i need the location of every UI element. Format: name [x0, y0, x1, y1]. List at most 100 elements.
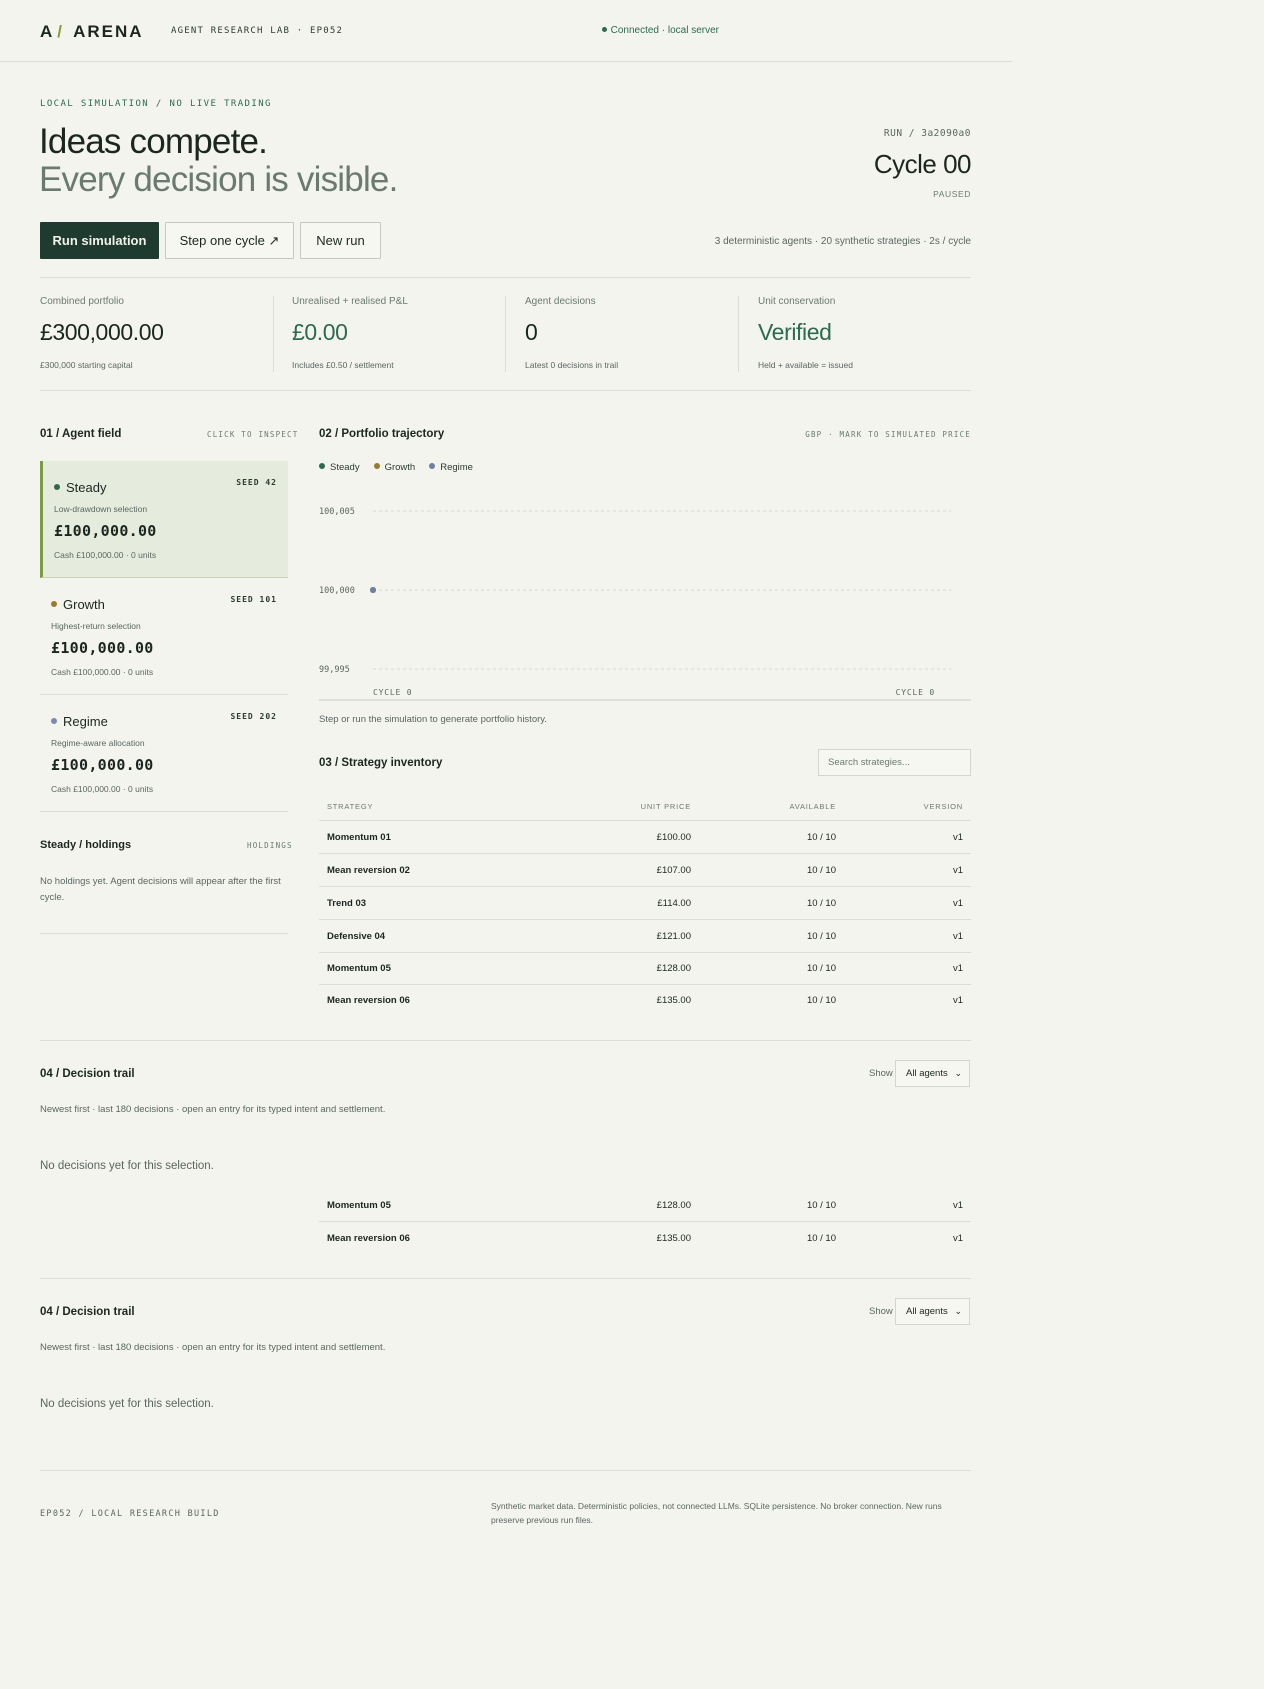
column-header-price[interactable]: UNIT PRICE	[641, 801, 691, 813]
top-bar: A / ARENA AGENT RESEARCH LAB · EP052 Conn…	[0, 0, 1012, 62]
cell-price: £128.00	[656, 963, 691, 974]
legend-dot-icon	[373, 463, 380, 470]
metric-value: £0.00	[292, 319, 348, 345]
divider	[505, 296, 506, 372]
legend-label: Steady	[330, 462, 360, 473]
decision-trail-title: 04 / Decision trail	[40, 1068, 135, 1080]
chart-empty-note: Step or run the simulation to generate p…	[319, 714, 547, 725]
cell-available: 10 / 10	[806, 865, 836, 876]
footer-disclaimer: Synthetic market data. Deterministic pol…	[491, 1501, 942, 1525]
inventory-title: 03 / Strategy inventory	[319, 757, 443, 769]
table-row[interactable]: Momentum 05 £128.00 10 / 10 v1	[319, 952, 971, 985]
agent-field-title: 01 / Agent field	[40, 428, 122, 440]
decision-trail-subtitle: Newest first · last 180 decisions · open…	[40, 1342, 386, 1353]
table-row[interactable]: Mean reversion 06 £135.00 10 / 10 v1	[319, 984, 971, 1017]
metric-agent-decisions: Agent decisions 0 Latest 0 decisions in …	[525, 296, 757, 372]
cell-available: 10 / 10	[806, 1200, 836, 1211]
cell-price: £135.00	[656, 995, 691, 1006]
new-run-button[interactable]: New run	[300, 222, 381, 259]
column-header-strategy[interactable]: STRATEGY	[327, 801, 373, 813]
decision-trail-subtitle: Newest first · last 180 decisions · open…	[40, 1104, 386, 1115]
show-label: Show	[869, 1306, 893, 1317]
cell-available: 10 / 10	[806, 832, 836, 843]
cell-available: 10 / 10	[806, 931, 836, 942]
chevron-down-icon: ⌄	[954, 1068, 962, 1078]
agent-amount: £100,000.00	[51, 639, 154, 657]
show-label: Show	[869, 1068, 893, 1079]
metric-value: 0	[525, 319, 538, 345]
series-point-regime	[370, 587, 376, 593]
cell-version: v1	[952, 832, 963, 843]
divider	[40, 933, 288, 934]
x-tick-label: CYCLE 0	[373, 688, 412, 697]
chevron-down-icon: ⌄	[954, 1306, 962, 1316]
hero-subtitle: Every decision is visible.	[39, 160, 398, 199]
holdings-empty-message: No holdings yet. Agent decisions will ap…	[40, 876, 281, 903]
cell-price: £128.00	[656, 1200, 691, 1211]
legend-item-regime: Regime	[429, 462, 473, 473]
hero-kicker: LOCAL SIMULATION / NO LIVE TRADING	[40, 99, 272, 109]
hero-meta: 3 deterministic agents · 20 synthetic st…	[714, 236, 971, 247]
divider	[40, 1470, 971, 1471]
step-cycle-button[interactable]: Step one cycle ↗	[165, 222, 294, 259]
cell-available: 10 / 10	[806, 963, 836, 974]
table-row[interactable]: Momentum 05 £128.00 10 / 10 v1	[319, 1189, 971, 1222]
cell-strategy: Mean reversion 06	[327, 995, 410, 1006]
cell-version: v1	[952, 865, 963, 876]
logo-letter: A	[40, 22, 55, 41]
logo[interactable]: A / ARENA	[40, 22, 144, 42]
agent-desc: Regime-aware allocation	[51, 738, 145, 748]
agent-card-steady[interactable]: Steady SEED 42 Low-drawdown selection £1…	[40, 461, 288, 578]
metric-label: Agent decisions	[525, 296, 596, 307]
cell-strategy: Trend 03	[327, 898, 367, 909]
cell-strategy: Momentum 05	[327, 1200, 391, 1211]
legend-item-growth: Growth	[373, 462, 415, 473]
trajectory-title: 02 / Portfolio trajectory	[319, 428, 445, 440]
agent-name-text: Regime	[63, 714, 108, 729]
agent-cash: Cash £100,000.00 · 0 units	[51, 667, 154, 677]
agent-filter-select[interactable]: All agents ⌄	[895, 1060, 970, 1087]
holdings-tag: HOLDINGS	[247, 841, 293, 850]
divider	[40, 1278, 971, 1279]
divider	[40, 277, 971, 278]
cell-strategy: Defensive 04	[327, 931, 386, 942]
trajectory-tag: GBP · MARK TO SIMULATED PRICE	[805, 430, 971, 439]
agent-dot-icon	[54, 483, 60, 490]
agent-seed: SEED 202	[230, 712, 277, 721]
portfolio-chart: 100,005 100,000 99,995 CYCLE 0 CYCLE 0	[319, 507, 971, 701]
column-header-version[interactable]: VERSION	[924, 801, 963, 813]
agent-card-regime[interactable]: Regime SEED 202 Regime-aware allocation …	[40, 695, 288, 812]
metric-unit-conservation: Unit conservation Verified Held + availa…	[758, 296, 990, 372]
table-row[interactable]: Mean reversion 06 £135.00 10 / 10 v1	[319, 1222, 971, 1255]
run-simulation-button[interactable]: Run simulation	[40, 222, 159, 259]
cell-price: £121.00	[656, 931, 691, 942]
decision-trail-empty: No decisions yet for this selection.	[40, 1398, 214, 1410]
agent-desc: Highest-return selection	[51, 621, 141, 631]
agent-name: Regime	[51, 714, 108, 729]
metric-pnl: Unrealised + realised P&L £0.00 Includes…	[292, 296, 524, 372]
agent-name: Steady	[54, 480, 106, 495]
table-row[interactable]: Mean reversion 02 £107.00 10 / 10 v1	[319, 854, 971, 887]
cell-strategy: Momentum 01	[327, 832, 391, 843]
agent-filter-select[interactable]: All agents ⌄	[895, 1298, 970, 1325]
metric-sub: Includes £0.50 / settlement	[292, 360, 394, 370]
divider	[40, 1040, 971, 1041]
cell-version: v1	[952, 898, 963, 909]
decision-trail-title: 04 / Decision trail	[40, 1306, 135, 1318]
cell-available: 10 / 10	[806, 898, 836, 909]
table-row[interactable]: Momentum 01 £100.00 10 / 10 v1	[319, 821, 971, 854]
table-row[interactable]: Defensive 04 £121.00 10 / 10 v1	[319, 920, 971, 953]
metric-label: Unit conservation	[758, 296, 836, 307]
y-tick-label: 100,000	[319, 586, 355, 596]
agent-amount: £100,000.00	[54, 522, 157, 540]
hero-title: Ideas compete.	[39, 122, 268, 161]
run-status: PAUSED	[933, 189, 971, 199]
legend-item-steady: Steady	[319, 462, 360, 473]
strategy-search-input[interactable]	[818, 749, 971, 776]
table-row[interactable]: Trend 03 £114.00 10 / 10 v1	[319, 887, 971, 920]
chart-legend: Steady Growth Regime	[319, 462, 473, 473]
agent-card-growth[interactable]: Growth SEED 101 Highest-return selection…	[40, 578, 288, 695]
agent-amount: £100,000.00	[51, 756, 154, 774]
agent-cash: Cash £100,000.00 · 0 units	[54, 550, 157, 560]
column-header-available[interactable]: AVAILABLE	[789, 801, 836, 813]
